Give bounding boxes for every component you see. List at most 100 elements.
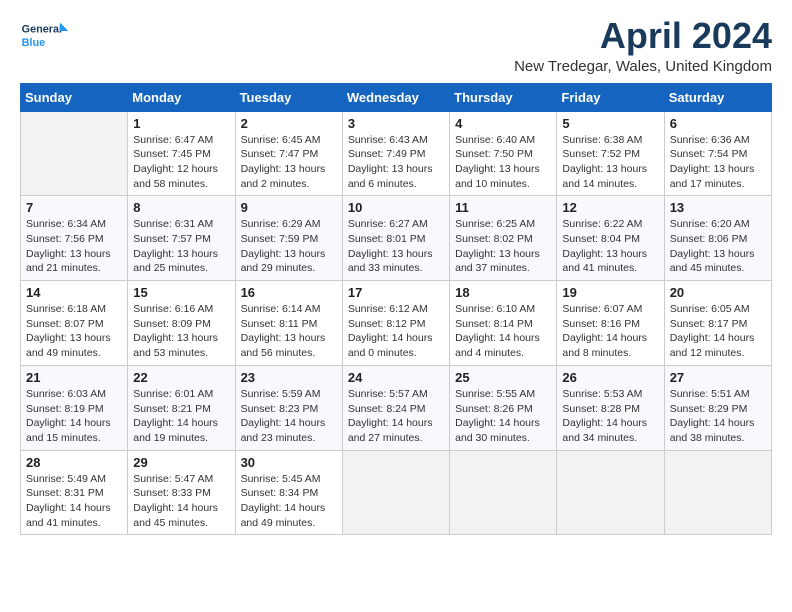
calendar-cell: 12 Sunrise: 6:22 AMSunset: 8:04 PMDayligh… — [557, 196, 664, 281]
day-number: 16 — [241, 285, 337, 300]
day-info: Sunrise: 6:20 AMSunset: 8:06 PMDaylight:… — [670, 217, 766, 276]
calendar-cell: 20 Sunrise: 6:05 AMSunset: 8:17 PMDayligh… — [664, 281, 771, 366]
calendar-cell — [342, 450, 449, 535]
day-info: Sunrise: 5:55 AMSunset: 8:26 PMDaylight:… — [455, 387, 551, 446]
day-info: Sunrise: 5:53 AMSunset: 8:28 PMDaylight:… — [562, 387, 658, 446]
day-info: Sunrise: 5:59 AMSunset: 8:23 PMDaylight:… — [241, 387, 337, 446]
calendar-cell: 1 Sunrise: 6:47 AMSunset: 7:45 PMDaylight… — [128, 111, 235, 196]
day-number: 15 — [133, 285, 229, 300]
calendar-cell: 24 Sunrise: 5:57 AMSunset: 8:24 PMDayligh… — [342, 365, 449, 450]
calendar-cell: 16 Sunrise: 6:14 AMSunset: 8:11 PMDayligh… — [235, 281, 342, 366]
day-number: 23 — [241, 370, 337, 385]
day-number: 28 — [26, 455, 122, 470]
day-number: 29 — [133, 455, 229, 470]
day-info: Sunrise: 5:47 AMSunset: 8:33 PMDaylight:… — [133, 472, 229, 531]
subtitle: New Tredegar, Wales, United Kingdom — [514, 58, 772, 75]
day-number: 20 — [670, 285, 766, 300]
calendar-cell: 23 Sunrise: 5:59 AMSunset: 8:23 PMDayligh… — [235, 365, 342, 450]
logo-svg: General Blue — [20, 16, 70, 56]
day-number: 5 — [562, 116, 658, 131]
day-info: Sunrise: 6:47 AMSunset: 7:45 PMDaylight:… — [133, 133, 229, 192]
calendar-cell — [21, 111, 128, 196]
col-tuesday: Tuesday — [235, 83, 342, 111]
calendar-week-2: 7Sunrise: 6:34 AMSunset: 7:56 PMDaylight… — [21, 196, 772, 281]
calendar-cell: 4Sunrise: 6:40 AMSunset: 7:50 PMDaylight… — [450, 111, 557, 196]
day-info: Sunrise: 6:10 AMSunset: 8:14 PMDaylight:… — [455, 302, 551, 361]
day-number: 12 — [562, 200, 658, 215]
calendar-cell: 8 Sunrise: 6:31 AMSunset: 7:57 PMDaylight… — [128, 196, 235, 281]
day-number: 2 — [241, 116, 337, 131]
day-number: 21 — [26, 370, 122, 385]
day-info: Sunrise: 6:45 AMSunset: 7:47 PMDaylight:… — [241, 133, 337, 192]
day-info: Sunrise: 6:22 AMSunset: 8:04 PMDaylight:… — [562, 217, 658, 276]
calendar-week-4: 21 Sunrise: 6:03 AMSunset: 8:19 PMDayligh… — [21, 365, 772, 450]
calendar-cell: 18Sunrise: 6:10 AMSunset: 8:14 PMDayligh… — [450, 281, 557, 366]
day-number: 3 — [348, 116, 444, 131]
title-block: April 2024 New Tredegar, Wales, United K… — [514, 16, 772, 75]
day-number: 8 — [133, 200, 229, 215]
day-number: 30 — [241, 455, 337, 470]
day-number: 22 — [133, 370, 229, 385]
day-info: Sunrise: 6:05 AMSunset: 8:17 PMDaylight:… — [670, 302, 766, 361]
calendar-cell: 13 Sunrise: 6:20 AMSunset: 8:06 PMDayligh… — [664, 196, 771, 281]
calendar-cell: 2 Sunrise: 6:45 AMSunset: 7:47 PMDaylight… — [235, 111, 342, 196]
calendar-week-5: 28 Sunrise: 5:49 AMSunset: 8:31 PMDayligh… — [21, 450, 772, 535]
calendar-cell — [557, 450, 664, 535]
main-title: April 2024 — [514, 16, 772, 56]
page-container: General Blue April 2024 New Tredegar, Wa… — [0, 0, 792, 545]
day-info: Sunrise: 6:25 AMSunset: 8:02 PMDaylight:… — [455, 217, 551, 276]
day-info: Sunrise: 6:07 AMSunset: 8:16 PMDaylight:… — [562, 302, 658, 361]
day-info: Sunrise: 6:40 AMSunset: 7:50 PMDaylight:… — [455, 133, 551, 192]
day-info: Sunrise: 6:38 AMSunset: 7:52 PMDaylight:… — [562, 133, 658, 192]
calendar-cell: 29 Sunrise: 5:47 AMSunset: 8:33 PMDayligh… — [128, 450, 235, 535]
calendar-cell: 6 Sunrise: 6:36 AMSunset: 7:54 PMDaylight… — [664, 111, 771, 196]
logo: General Blue — [20, 16, 70, 56]
calendar-cell: 3 Sunrise: 6:43 AMSunset: 7:49 PMDaylight… — [342, 111, 449, 196]
day-number: 9 — [241, 200, 337, 215]
calendar-cell: 21 Sunrise: 6:03 AMSunset: 8:19 PMDayligh… — [21, 365, 128, 450]
day-number: 17 — [348, 285, 444, 300]
day-info: Sunrise: 6:03 AMSunset: 8:19 PMDaylight:… — [26, 387, 122, 446]
calendar-cell: 22 Sunrise: 6:01 AMSunset: 8:21 PMDayligh… — [128, 365, 235, 450]
day-number: 6 — [670, 116, 766, 131]
day-info: Sunrise: 6:12 AMSunset: 8:12 PMDaylight:… — [348, 302, 444, 361]
day-number: 1 — [133, 116, 229, 131]
col-sunday: Sunday — [21, 83, 128, 111]
day-info: Sunrise: 6:27 AMSunset: 8:01 PMDaylight:… — [348, 217, 444, 276]
calendar-cell — [450, 450, 557, 535]
calendar-cell: 11 Sunrise: 6:25 AMSunset: 8:02 PMDayligh… — [450, 196, 557, 281]
calendar-cell: 25 Sunrise: 5:55 AMSunset: 8:26 PMDayligh… — [450, 365, 557, 450]
day-number: 10 — [348, 200, 444, 215]
day-info: Sunrise: 6:18 AMSunset: 8:07 PMDaylight:… — [26, 302, 122, 361]
col-monday: Monday — [128, 83, 235, 111]
svg-text:General: General — [22, 24, 62, 36]
col-thursday: Thursday — [450, 83, 557, 111]
day-info: Sunrise: 6:14 AMSunset: 8:11 PMDaylight:… — [241, 302, 337, 361]
col-friday: Friday — [557, 83, 664, 111]
header: General Blue April 2024 New Tredegar, Wa… — [20, 16, 772, 75]
day-info: Sunrise: 6:31 AMSunset: 7:57 PMDaylight:… — [133, 217, 229, 276]
day-info: Sunrise: 6:43 AMSunset: 7:49 PMDaylight:… — [348, 133, 444, 192]
calendar-cell: 10 Sunrise: 6:27 AMSunset: 8:01 PMDayligh… — [342, 196, 449, 281]
calendar-cell: 9Sunrise: 6:29 AMSunset: 7:59 PMDaylight… — [235, 196, 342, 281]
calendar-cell: 19 Sunrise: 6:07 AMSunset: 8:16 PMDayligh… — [557, 281, 664, 366]
col-wednesday: Wednesday — [342, 83, 449, 111]
calendar-week-1: 1 Sunrise: 6:47 AMSunset: 7:45 PMDaylight… — [21, 111, 772, 196]
day-info: Sunrise: 6:36 AMSunset: 7:54 PMDaylight:… — [670, 133, 766, 192]
day-number: 19 — [562, 285, 658, 300]
day-number: 13 — [670, 200, 766, 215]
day-number: 11 — [455, 200, 551, 215]
day-info: Sunrise: 5:57 AMSunset: 8:24 PMDaylight:… — [348, 387, 444, 446]
day-number: 24 — [348, 370, 444, 385]
day-number: 27 — [670, 370, 766, 385]
day-info: Sunrise: 5:49 AMSunset: 8:31 PMDaylight:… — [26, 472, 122, 531]
day-info: Sunrise: 6:34 AMSunset: 7:56 PMDaylight:… — [26, 217, 122, 276]
day-info: Sunrise: 6:01 AMSunset: 8:21 PMDaylight:… — [133, 387, 229, 446]
calendar-cell: 30Sunrise: 5:45 AMSunset: 8:34 PMDayligh… — [235, 450, 342, 535]
header-row: Sunday Monday Tuesday Wednesday Thursday… — [21, 83, 772, 111]
calendar-cell: 26 Sunrise: 5:53 AMSunset: 8:28 PMDayligh… — [557, 365, 664, 450]
day-number: 25 — [455, 370, 551, 385]
calendar-cell: 14Sunrise: 6:18 AMSunset: 8:07 PMDayligh… — [21, 281, 128, 366]
day-number: 26 — [562, 370, 658, 385]
calendar-table: Sunday Monday Tuesday Wednesday Thursday… — [20, 83, 772, 536]
